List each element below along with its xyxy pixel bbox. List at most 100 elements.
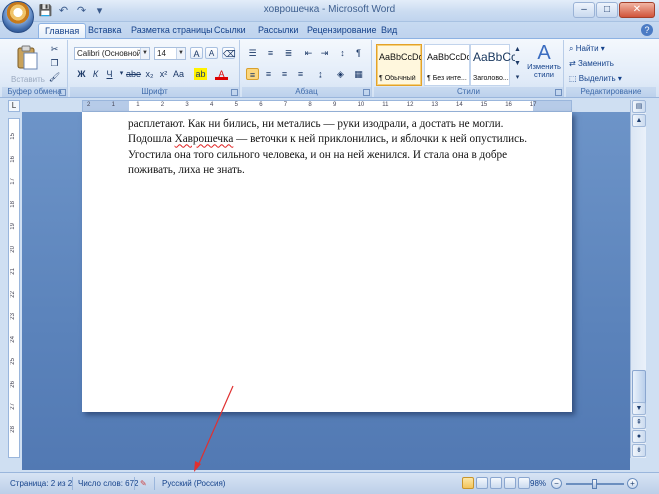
- scroll-up-icon[interactable]: ▲: [632, 114, 646, 127]
- ruler-number: 17: [529, 102, 537, 108]
- horizontal-ruler[interactable]: 2 1 1 2 3 4 5 6 7 8 9 10 11 12 13 14 15 16 17: [82, 100, 572, 112]
- bullets-icon[interactable]: ☰: [246, 47, 259, 59]
- styles-more-icon[interactable]: ▾: [511, 72, 524, 84]
- chevron-down-icon: ▼: [140, 48, 149, 59]
- change-case-icon[interactable]: Aa: [172, 68, 185, 80]
- vertical-scrollbar[interactable]: ▤ ▲ ▼ ⇞ ● ⇟: [630, 100, 646, 458]
- align-right-icon[interactable]: ≡: [278, 68, 291, 80]
- align-left-icon[interactable]: ≡: [246, 68, 259, 80]
- tab-selector[interactable]: L: [8, 100, 20, 112]
- office-button[interactable]: [2, 1, 34, 33]
- strikethrough-icon[interactable]: abe: [126, 68, 141, 80]
- show-marks-icon[interactable]: ¶: [352, 47, 365, 59]
- misspelled-word[interactable]: Хаврошечка: [175, 133, 234, 145]
- ruler-toggle-icon[interactable]: ▤: [632, 100, 646, 113]
- superscript-icon[interactable]: x²: [157, 68, 170, 80]
- format-painter-icon[interactable]: 🖌: [48, 71, 61, 83]
- subscript-icon[interactable]: x₂: [143, 68, 156, 80]
- styles-launcher-icon[interactable]: [555, 89, 562, 96]
- cut-icon[interactable]: ✂: [48, 43, 61, 55]
- zoom-level[interactable]: 98%: [530, 479, 546, 488]
- italic-icon[interactable]: К: [89, 68, 102, 80]
- select-button[interactable]: ⬚ Выделить ▾: [568, 73, 648, 85]
- tab-mailings[interactable]: Рассылки: [258, 23, 298, 38]
- style-no-spacing[interactable]: AaBbCcDc ¶ Без инте...: [424, 44, 470, 86]
- document-page[interactable]: расплетают. Как ни бились, ни метались —…: [82, 112, 572, 412]
- previous-page-icon[interactable]: ⇞: [632, 416, 646, 429]
- tab-page-layout[interactable]: Разметка страницы: [131, 23, 213, 38]
- ruler-number: 10: [357, 102, 365, 108]
- scroll-thumb[interactable]: [632, 370, 646, 406]
- tab-view[interactable]: Вид: [381, 23, 397, 38]
- print-layout-icon[interactable]: [462, 477, 474, 489]
- replace-button[interactable]: ⇄ Заменить: [568, 58, 648, 70]
- sort-icon[interactable]: ↕: [336, 47, 349, 59]
- tab-insert[interactable]: Вставка: [88, 23, 121, 38]
- tab-references[interactable]: Ссылки: [214, 23, 246, 38]
- justify-icon[interactable]: ≡: [294, 68, 307, 80]
- ruler-number: 18: [10, 200, 16, 208]
- web-layout-icon[interactable]: [490, 477, 502, 489]
- zoom-in-icon[interactable]: +: [627, 478, 638, 489]
- text-span: Подошла: [128, 133, 175, 146]
- ruler-number: 12: [406, 102, 414, 108]
- paste-button[interactable]: Вставить: [10, 44, 45, 86]
- change-styles-button[interactable]: A Изменить стили: [525, 42, 563, 86]
- bold-icon[interactable]: Ж: [75, 68, 88, 80]
- maximize-button[interactable]: □: [596, 2, 618, 18]
- vertical-ruler[interactable]: 15 16 17 18 19 20 21 22 23 24 25 26 27 28: [8, 118, 20, 458]
- styles-scroll-down-icon[interactable]: ▼: [511, 58, 524, 70]
- full-screen-reading-icon[interactable]: [476, 477, 488, 489]
- multilevel-list-icon[interactable]: ≣: [282, 47, 295, 59]
- zoom-out-icon[interactable]: −: [551, 478, 562, 489]
- copy-icon[interactable]: ❐: [48, 57, 61, 69]
- borders-icon[interactable]: ▦: [352, 68, 365, 80]
- ruler-number: 21: [10, 268, 16, 275]
- shrink-font-icon[interactable]: A: [205, 47, 218, 59]
- ribbon: Вставить ✂ ❐ 🖌 Буфер обмена Calibri (Осн…: [0, 38, 659, 98]
- browse-object-icon[interactable]: ●: [632, 430, 646, 443]
- group-paragraph: ☰ ≡ ≣ ⇤ ⇥ ↕ ¶ ≡ ≡ ≡ ≡ ↨ ◈ ▦ Абзац: [242, 40, 372, 97]
- align-center-icon[interactable]: ≡: [262, 68, 275, 80]
- find-button[interactable]: ⌕ Найти ▾: [568, 43, 648, 55]
- decrease-indent-icon[interactable]: ⇤: [302, 47, 315, 59]
- increase-indent-icon[interactable]: ⇥: [318, 47, 331, 59]
- ruler-number: 11: [382, 102, 389, 108]
- paragraph-launcher-icon[interactable]: [363, 89, 370, 96]
- ruler-number: 7: [283, 102, 288, 108]
- document-area: расплетают. Как ни бились, ни метались —…: [22, 112, 630, 470]
- language-indicator[interactable]: Русский (Россия): [162, 479, 225, 488]
- paste-label: Вставить: [11, 75, 45, 84]
- numbering-icon[interactable]: ≡: [264, 47, 277, 59]
- clipboard-group-label: Буфер обмена: [2, 87, 67, 97]
- styles-scroll-up-icon[interactable]: ▲: [511, 44, 524, 56]
- font-name-combo[interactable]: Calibri (Основной те ▼: [74, 47, 150, 60]
- clear-format-icon[interactable]: ⌫: [222, 47, 236, 59]
- word-count[interactable]: Число слов: 672: [78, 479, 138, 488]
- outline-view-icon[interactable]: [504, 477, 516, 489]
- page-indicator[interactable]: Страница: 2 из 2: [10, 479, 72, 488]
- font-size-combo[interactable]: 14 ▼: [154, 47, 186, 60]
- highlight-icon[interactable]: ab: [194, 68, 207, 80]
- help-icon[interactable]: ?: [641, 24, 653, 36]
- style-heading[interactable]: AaBbCc Заголово...: [470, 44, 515, 86]
- clipboard-launcher-icon[interactable]: [59, 89, 66, 96]
- tab-home[interactable]: Главная: [38, 23, 87, 38]
- font-launcher-icon[interactable]: [231, 89, 238, 96]
- minimize-button[interactable]: –: [573, 2, 595, 18]
- next-page-icon[interactable]: ⇟: [632, 444, 646, 457]
- shading-icon[interactable]: ◈: [334, 68, 347, 80]
- draft-view-icon[interactable]: [518, 477, 530, 489]
- style-normal[interactable]: AaBbCcDc ¶ Обычный: [376, 44, 422, 86]
- editing-group-label: Редактирование: [566, 87, 656, 97]
- document-text[interactable]: расплетают. Как ни бились, ни метались —…: [128, 117, 528, 179]
- spelling-check-icon[interactable]: ✎: [140, 479, 147, 488]
- grow-font-icon[interactable]: A: [190, 47, 203, 59]
- styles-group-label: Стили: [374, 87, 563, 97]
- line-spacing-icon[interactable]: ↨: [314, 68, 327, 80]
- zoom-slider-thumb[interactable]: [591, 479, 597, 489]
- font-color-icon[interactable]: A: [215, 68, 228, 80]
- close-button[interactable]: ✕: [619, 2, 655, 18]
- scroll-down-icon[interactable]: ▼: [632, 402, 646, 415]
- tab-review[interactable]: Рецензирование: [307, 23, 377, 38]
